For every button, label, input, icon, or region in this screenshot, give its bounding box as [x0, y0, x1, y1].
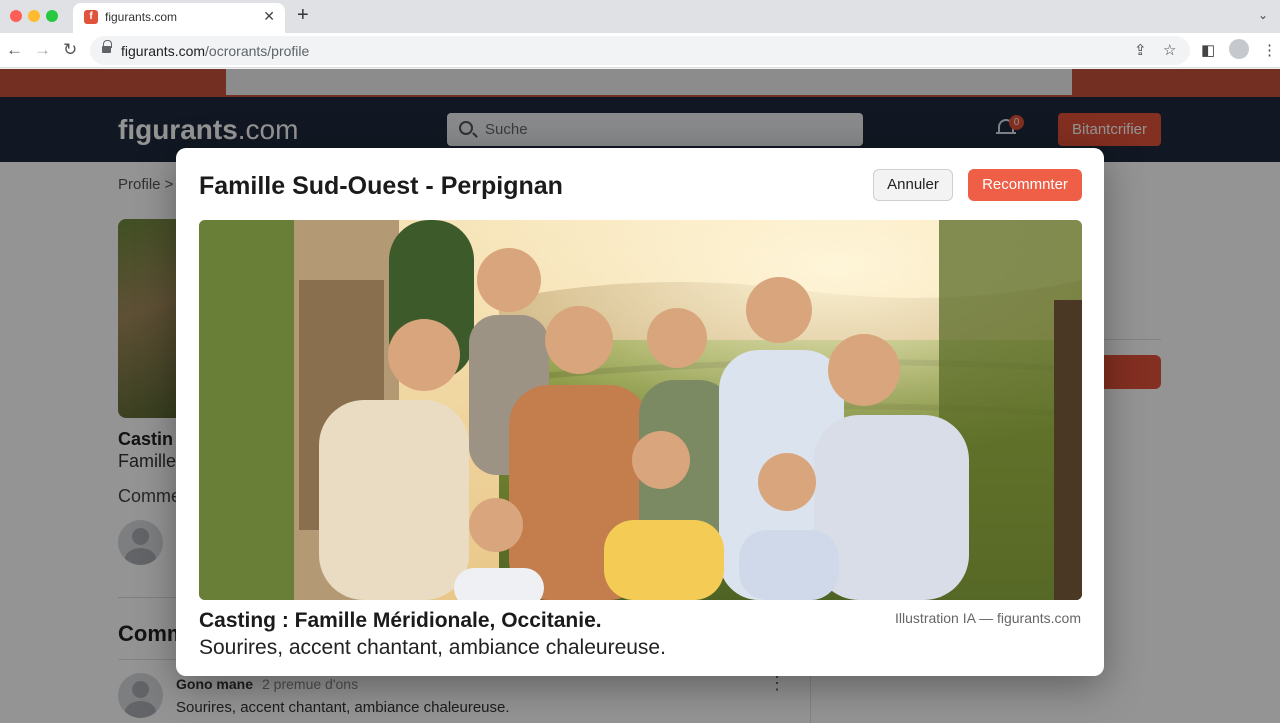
bookmark-star-icon[interactable]: ☆ [1163, 41, 1176, 59]
caption-subtitle: Sourires, accent chantant, ambiance chal… [199, 636, 666, 659]
close-window-dot[interactable] [10, 10, 22, 22]
casting-modal: Famille Sud-Ouest - Perpignan Annuler Re… [176, 148, 1104, 676]
minimize-window-dot[interactable] [28, 10, 40, 22]
tab-title: figurants.com [105, 10, 178, 24]
share-icon[interactable]: ⇪ [1134, 41, 1147, 59]
reload-icon[interactable]: ↻ [63, 40, 77, 60]
new-tab-icon[interactable]: + [297, 4, 309, 27]
address-bar[interactable]: figurants.com/ocrorants/profile [90, 36, 1190, 65]
tab-list-chevron-icon[interactable]: ⌄ [1258, 8, 1268, 22]
back-arrow-icon[interactable]: ← [6, 40, 23, 60]
browser-menu-icon[interactable]: ⋮ [1262, 41, 1277, 59]
cancel-button[interactable]: Annuler [873, 169, 953, 201]
maximize-window-dot[interactable] [46, 10, 58, 22]
primary-button[interactable]: Recommnter [968, 169, 1082, 201]
side-panel-icon[interactable]: ◧ [1201, 41, 1215, 59]
image-credit: Illustration IA — figurants.com [895, 610, 1081, 626]
modal-title: Famille Sud-Ouest - Perpignan [199, 172, 563, 200]
browser-tab-bar: f figurants.com ✕ + ⌄ [0, 0, 1280, 33]
browser-tab[interactable]: f figurants.com ✕ [73, 3, 285, 33]
tab-close-icon[interactable]: ✕ [263, 8, 275, 25]
url-text: figurants.com/ocrorants/profile [121, 43, 310, 59]
browser-toolbar: ← → ↻ figurants.com/ocrorants/profile ⇪ … [0, 33, 1280, 68]
lock-icon [102, 40, 112, 54]
favicon-icon: f [84, 10, 98, 24]
forward-arrow-icon[interactable]: → [34, 40, 51, 60]
profile-avatar-icon[interactable] [1229, 39, 1249, 59]
casting-photo [199, 220, 1082, 600]
caption-title: Casting : Famille Méridionale, Occitanie… [199, 609, 602, 632]
